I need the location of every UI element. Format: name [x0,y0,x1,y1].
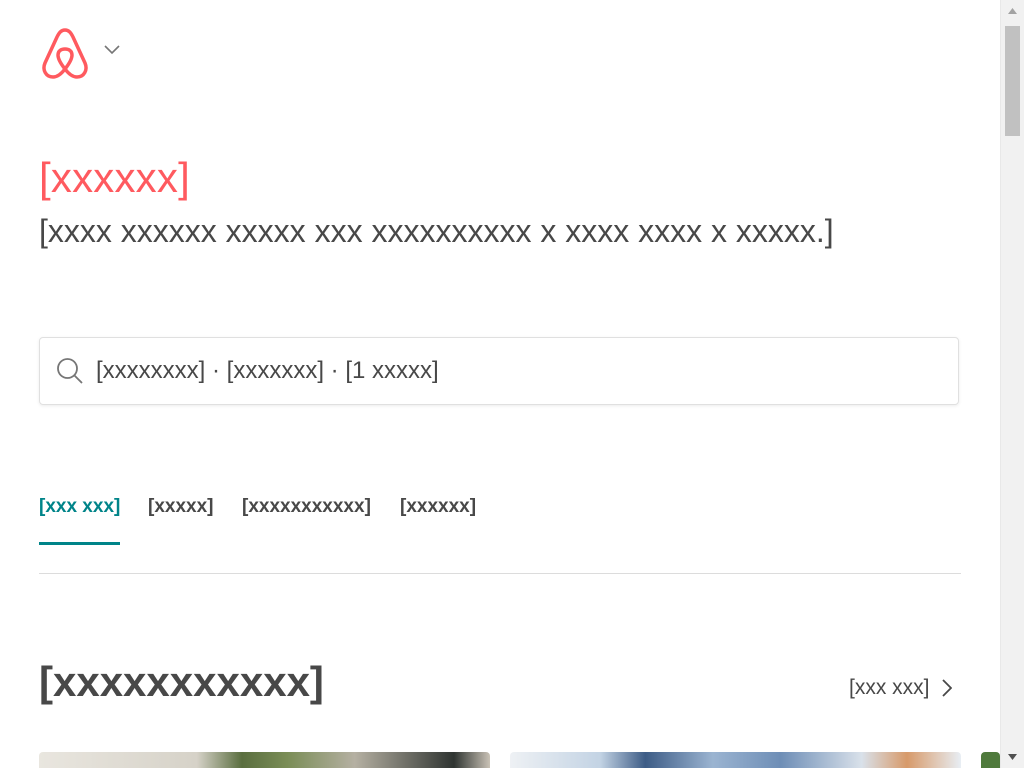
section-title: [xxxxxxxxxxx] [39,658,324,705]
tab-all[interactable]: [xxx xxx] [39,496,121,546]
tab-places[interactable]: [xxxxxx] [400,496,476,546]
see-all-label: [xxx xxx] [849,676,930,699]
see-all-link[interactable]: [xxx xxx] [849,676,952,700]
brand-title: [xxxxxx] [39,154,190,201]
tab-homes[interactable]: [xxxxx] [148,496,214,546]
search-input[interactable]: [xxxxxxxx] · [xxxxxxx] · [1 xxxxx] [39,337,959,405]
airbnb-logo-icon[interactable] [40,26,90,80]
brand-subtitle: [xxxx xxxxxx xxxxx xxx xxxxxxxxxx x xxxx… [39,213,834,249]
listing-card-image[interactable] [39,752,490,768]
chevron-down-icon[interactable] [104,42,120,60]
tab-experiences[interactable]: [xxxxxxxxxxx] [242,496,371,546]
tab-bar: [xxx xxx] [xxxxx] [xxxxxxxxxxx] [xxxxxx] [39,490,961,574]
search-summary: [xxxxxxxx] · [xxxxxxx] · [1 xxxxx] [96,357,439,384]
vertical-scrollbar[interactable] [1000,0,1024,768]
chevron-right-icon [941,679,952,697]
search-icon [56,357,84,385]
page: [xxxxxx] [xxxx xxxxxx xxxxx xxx xxxxxxxx… [0,0,1000,768]
scrollbar-thumb[interactable] [1005,26,1020,136]
scroll-down-arrow-icon[interactable] [1001,746,1024,768]
listing-card-image[interactable] [981,752,1000,768]
header [40,26,120,80]
scroll-up-arrow-icon[interactable] [1001,0,1024,22]
listing-card-image[interactable] [510,752,961,768]
